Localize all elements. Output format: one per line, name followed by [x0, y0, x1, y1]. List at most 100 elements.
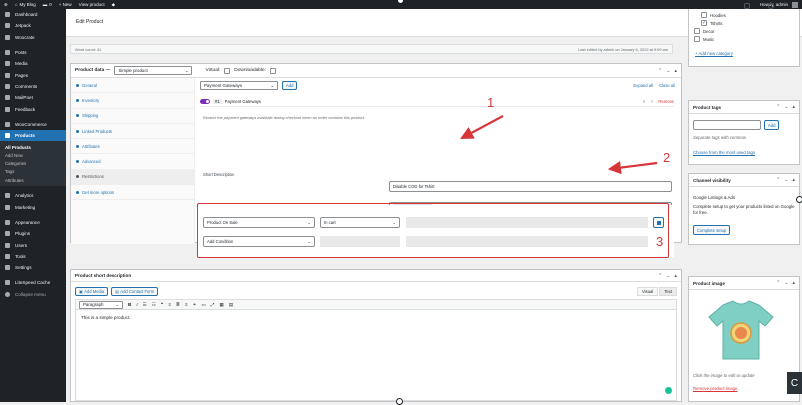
product-type-select[interactable]: Simple product ⌄: [114, 66, 193, 75]
category-item[interactable]: Hoodies: [701, 12, 787, 18]
menu-pages[interactable]: Pages: [0, 69, 66, 80]
downloadable-checkbox[interactable]: [270, 67, 277, 74]
editor-content[interactable]: This is a simple product.: [75, 310, 677, 401]
tab-shipping[interactable]: Shipping: [71, 109, 194, 124]
menu-products[interactable]: Products: [0, 129, 66, 142]
toggle-icon[interactable]: ▴: [792, 280, 795, 286]
move-up-icon[interactable]: ⌃: [776, 104, 780, 110]
toggle-icon[interactable]: ▴: [674, 273, 677, 279]
italic-icon[interactable]: I: [136, 302, 137, 307]
collapse-menu[interactable]: Collapse menu: [0, 289, 66, 300]
move-up-icon[interactable]: ⌃: [658, 273, 662, 279]
add-media-button[interactable]: ▣ Add Media: [75, 287, 109, 296]
bullet-list-icon[interactable]: ☰: [143, 302, 147, 308]
submenu-add-new[interactable]: Add New: [0, 151, 66, 159]
move-down-icon[interactable]: ⌄: [784, 177, 788, 183]
menu-users[interactable]: Users: [0, 239, 66, 250]
tag-input[interactable]: [693, 120, 761, 130]
category-checkbox[interactable]: [694, 28, 700, 34]
menu-plugins[interactable]: Plugins: [0, 228, 66, 239]
restriction-menu-icon[interactable]: ≡: [651, 99, 653, 104]
move-down-icon[interactable]: ⌄: [666, 68, 670, 74]
move-up-icon[interactable]: ⌃: [776, 280, 780, 286]
category-item[interactable]: Decor: [694, 28, 787, 34]
menu-woocrate[interactable]: Woocrate: [0, 32, 66, 43]
move-down-icon[interactable]: ⌄: [784, 280, 788, 286]
menu-settings[interactable]: Settings: [0, 262, 66, 273]
category-checkbox[interactable]: [694, 36, 700, 42]
wordpress-logo-icon[interactable]: ⊛: [4, 2, 8, 8]
align-left-icon[interactable]: ≡: [168, 302, 171, 307]
close-all-link[interactable]: Close all: [659, 83, 675, 88]
submenu-tags[interactable]: Tags: [0, 168, 66, 176]
menu-woocommerce[interactable]: WooCommerce: [0, 119, 66, 130]
toolbar-toggle-icon[interactable]: ▦: [219, 302, 223, 308]
menu-tools[interactable]: Tools: [0, 251, 66, 262]
tab-restrictions[interactable]: Restrictions: [71, 169, 194, 186]
category-checkbox[interactable]: [701, 12, 707, 18]
product-image-tshirt[interactable]: [707, 299, 775, 361]
numbered-list-icon[interactable]: ☷: [152, 302, 156, 308]
toggle-icon[interactable]: ▴: [674, 68, 677, 74]
submenu-all-products[interactable]: All Products: [0, 143, 66, 151]
menu-litespeed[interactable]: LiteSpeed Cache: [0, 277, 66, 288]
submenu-attributes[interactable]: Attributes: [0, 176, 66, 184]
menu-posts[interactable]: Posts: [0, 47, 66, 58]
add-restriction-button[interactable]: Add: [282, 81, 298, 90]
menu-analytics[interactable]: Analytics: [0, 190, 66, 201]
restriction-enabled-toggle[interactable]: [200, 99, 210, 104]
diamond-icon[interactable]: ◆: [112, 2, 115, 8]
new-content-link[interactable]: + New: [59, 2, 72, 7]
menu-mailpoet[interactable]: MailPoet: [0, 92, 66, 103]
blockquote-icon[interactable]: ❝: [161, 302, 163, 308]
link-icon[interactable]: ⚭: [193, 302, 197, 308]
category-item[interactable]: ✓ Tshirts: [701, 20, 787, 26]
menu-jetpack[interactable]: Jetpack: [0, 20, 66, 31]
tab-attributes[interactable]: Attributes: [71, 139, 194, 155]
menu-comments[interactable]: Comments: [0, 81, 66, 92]
paragraph-format-select[interactable]: Paragraph ⌄: [79, 300, 123, 309]
text-tab[interactable]: Text: [659, 287, 677, 296]
align-right-icon[interactable]: ≡: [185, 302, 188, 307]
more-tag-icon[interactable]: ▭: [201, 302, 205, 308]
add-tag-button[interactable]: Add: [764, 120, 780, 130]
add-category-link[interactable]: + Add new category: [695, 51, 733, 56]
restriction-drag-icon[interactable]: ⇕: [642, 99, 646, 104]
tab-linked-products[interactable]: Linked Products: [71, 124, 194, 140]
category-item[interactable]: Music: [694, 36, 787, 42]
site-name-link[interactable]: ⌂ My Blog: [15, 2, 36, 7]
view-product-link[interactable]: View product: [79, 2, 105, 7]
choose-tags-link[interactable]: Choose from the most used tags: [693, 150, 755, 155]
add-contact-form-button[interactable]: ▤ Add Contact Form: [111, 287, 159, 296]
complete-setup-button[interactable]: Complete setup: [693, 225, 731, 235]
tab-advanced[interactable]: Advanced: [71, 154, 194, 170]
move-down-icon[interactable]: ⌄: [666, 273, 670, 279]
move-up-icon[interactable]: ⌃: [776, 177, 780, 183]
expand-all-link[interactable]: Expand all: [633, 83, 653, 88]
move-up-icon[interactable]: ⌃: [658, 68, 662, 74]
menu-media[interactable]: Media: [0, 58, 66, 69]
menu-dashboard[interactable]: Dashboard: [0, 9, 66, 20]
avatar[interactable]: [792, 1, 798, 8]
tab-inventory[interactable]: Inventory: [71, 93, 194, 109]
menu-feedback[interactable]: Feedback: [0, 103, 66, 114]
restriction-type-select[interactable]: Payment Gateways ⌄: [200, 81, 278, 90]
window-handle-right[interactable]: [796, 196, 802, 203]
category-checkbox-checked[interactable]: ✓: [701, 20, 707, 26]
align-center-icon[interactable]: ≣: [176, 302, 180, 308]
fullscreen-icon[interactable]: ⤢: [211, 302, 215, 307]
submenu-categories[interactable]: Categories: [0, 160, 66, 168]
menu-marketing[interactable]: Marketing: [0, 202, 66, 213]
menu-appearance[interactable]: Appearance: [0, 217, 66, 228]
grammarly-icon[interactable]: [665, 387, 672, 394]
toggle-icon[interactable]: ▴: [792, 104, 795, 110]
remove-image-link[interactable]: Remove product image: [693, 386, 737, 391]
bold-icon[interactable]: B: [128, 302, 131, 307]
visual-tab[interactable]: Visual: [636, 287, 659, 296]
tab-get-more-options[interactable]: Get more options: [71, 185, 194, 201]
remove-restriction-link[interactable]: Remove: [658, 99, 674, 104]
table-icon[interactable]: ▤: [229, 302, 233, 308]
floating-chat-button[interactable]: C: [787, 372, 802, 394]
tab-general[interactable]: General: [71, 78, 194, 94]
comments-link[interactable]: ▬ 0: [43, 2, 52, 7]
